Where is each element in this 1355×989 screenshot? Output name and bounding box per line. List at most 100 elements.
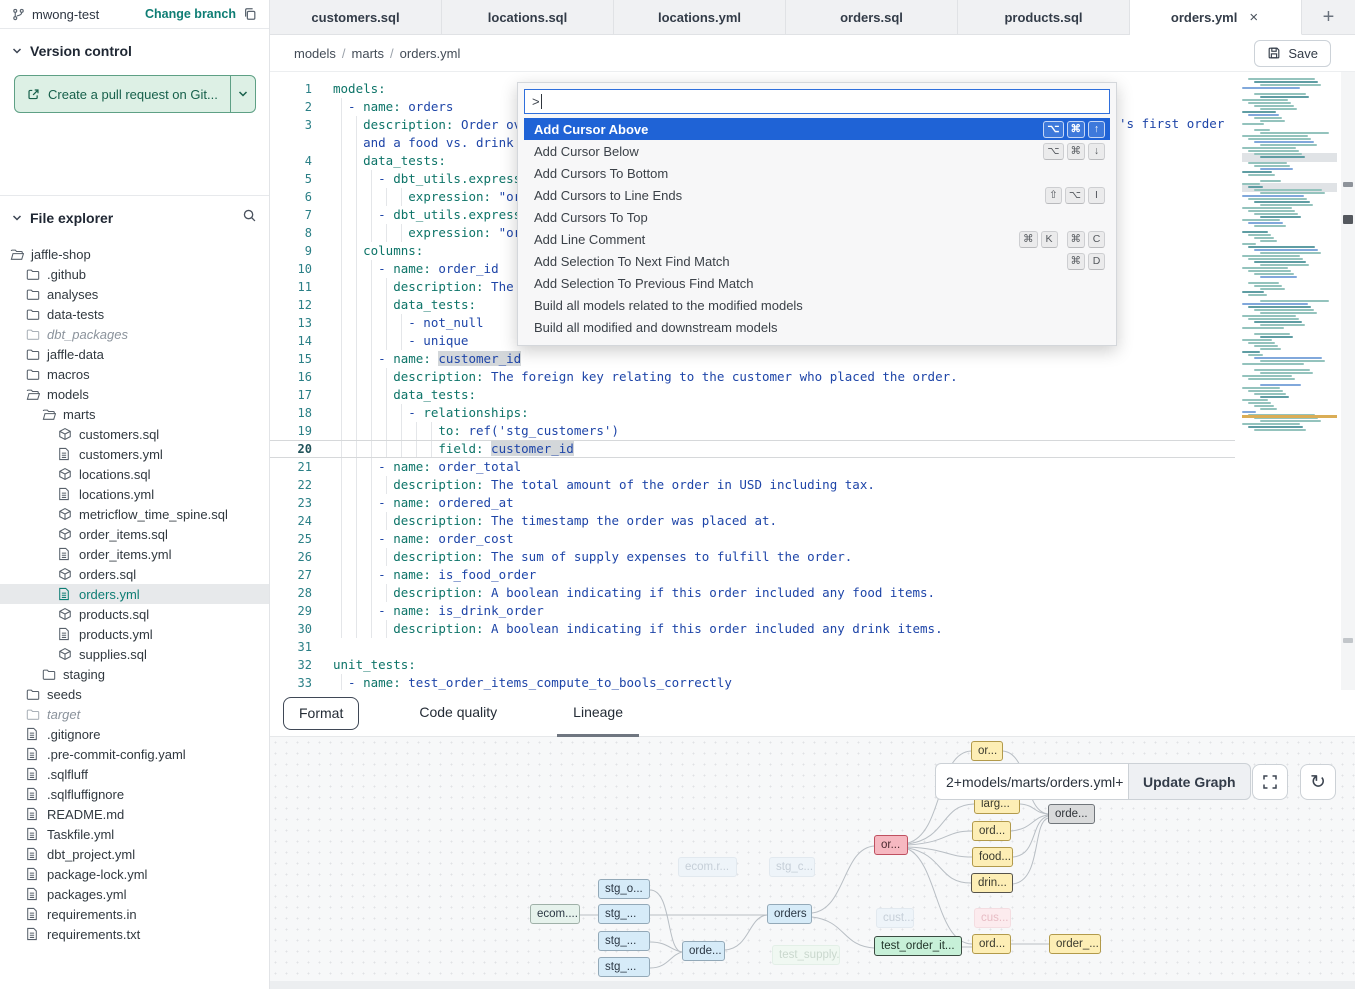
lineage-node-order[interactable]: order_... (1049, 934, 1101, 954)
save-button[interactable]: Save (1254, 40, 1331, 67)
tree-item-label: Taskfile.yml (47, 827, 114, 842)
create-pr-button[interactable]: Create a pull request on Git... (14, 75, 256, 113)
panel-tab-lineage[interactable]: Lineage (557, 690, 639, 737)
lineage-node-stg[interactable]: stg_... (598, 931, 650, 951)
file-orders-yml[interactable]: orders.yml (0, 584, 269, 604)
minimap-line (1260, 96, 1309, 98)
folder-data-tests[interactable]: data-tests (0, 304, 269, 324)
lineage-node-cus[interactable]: cus... (974, 908, 1011, 928)
palette-item-build-all-modified-and-downstream-models[interactable]: Build all modified and downstream models (524, 316, 1110, 338)
palette-item-build-all-models-related-to-the-modified-models[interactable]: Build all models related to the modified… (524, 294, 1110, 316)
palette-item-add-cursor-below[interactable]: Add Cursor Below⌥⌘↓ (524, 140, 1110, 162)
minimap-line (1248, 210, 1295, 212)
lineage-node-or[interactable]: or... (874, 835, 908, 855)
file-locations-yml[interactable]: locations.yml (0, 484, 269, 504)
file-requirements-in[interactable]: requirements.in (0, 904, 269, 924)
palette-item-add-cursors-to-bottom[interactable]: Add Cursors To Bottom (524, 162, 1110, 184)
folder-analyses[interactable]: analyses (0, 284, 269, 304)
change-branch-link[interactable]: Change branch (145, 7, 236, 21)
new-tab-button[interactable]: + (1302, 0, 1355, 34)
lineage-hscrollbar[interactable] (270, 981, 1355, 989)
file-customers-yml[interactable]: customers.yml (0, 444, 269, 464)
file-sqlfluffignore[interactable]: .sqlfluffignore (0, 784, 269, 804)
folder-macros[interactable]: macros (0, 364, 269, 384)
lineage-node-or[interactable]: or... (971, 741, 1003, 761)
lineage-node-ecom-r[interactable]: ecom.r... (678, 857, 737, 877)
folder-marts[interactable]: marts (0, 404, 269, 424)
palette-item-add-selection-to-next-find-match[interactable]: Add Selection To Next Find Match⌘D (524, 250, 1110, 272)
file-order-items-yml[interactable]: order_items.yml (0, 544, 269, 564)
lineage-canvas[interactable]: ecom....stg_o...stg_...stg_...stg_...ord… (270, 737, 1355, 989)
version-control-header[interactable]: Version control (0, 29, 269, 69)
folder-seeds[interactable]: seeds (0, 684, 269, 704)
copy-icon[interactable] (243, 7, 257, 21)
lineage-node-test-supply[interactable]: test_supply... (772, 945, 840, 965)
file-pre-commit-config-yaml[interactable]: .pre-commit-config.yaml (0, 744, 269, 764)
folder-jaffle-data[interactable]: jaffle-data (0, 344, 269, 364)
tab-locations-sql[interactable]: locations.sql (442, 0, 614, 34)
indent-guide (371, 548, 372, 566)
close-tab-icon[interactable]: × (1247, 9, 1260, 26)
lineage-node-stg-o[interactable]: stg_o... (598, 879, 650, 899)
lineage-node-orde[interactable]: orde... (682, 941, 725, 961)
file-sqlfluff[interactable]: .sqlfluff (0, 764, 269, 784)
refresh-button[interactable]: ↻ (1300, 764, 1336, 800)
file-taskfile-yml[interactable]: Taskfile.yml (0, 824, 269, 844)
lineage-node-cust[interactable]: cust... (876, 908, 914, 928)
file-dbt-project-yml[interactable]: dbt_project.yml (0, 844, 269, 864)
tab-customers-sql[interactable]: customers.sql (270, 0, 442, 34)
minimap[interactable] (1242, 75, 1337, 515)
format-button[interactable]: Format (283, 697, 359, 730)
lineage-node-orders[interactable]: orders (767, 904, 812, 924)
palette-item-add-line-comment[interactable]: Add Line Comment⌘K⌘C (524, 228, 1110, 250)
folder-dbt-packages[interactable]: dbt_packages (0, 324, 269, 344)
lineage-node-test-order-it[interactable]: test_order_it... (874, 936, 962, 956)
file-gitignore[interactable]: .gitignore (0, 724, 269, 744)
folder-staging[interactable]: staging (0, 664, 269, 684)
folder-github[interactable]: .github (0, 264, 269, 284)
palette-item-add-cursor-above[interactable]: Add Cursor Above⌥⌘↑ (524, 118, 1110, 140)
file-orders-sql[interactable]: orders.sql (0, 564, 269, 584)
lineage-node-stg[interactable]: stg_... (598, 904, 650, 924)
tab-orders-sql[interactable]: orders.sql (786, 0, 958, 34)
lineage-node-ord[interactable]: ord... (972, 821, 1011, 841)
file-metricflow-time-spine-sql[interactable]: metricflow_time_spine.sql (0, 504, 269, 524)
file-order-items-sql[interactable]: order_items.sql (0, 524, 269, 544)
file-package-lock-yml[interactable]: package-lock.yml (0, 864, 269, 884)
folder-models[interactable]: models (0, 384, 269, 404)
file-products-yml[interactable]: products.yml (0, 624, 269, 644)
editor-scrollbar[interactable] (1341, 72, 1355, 690)
lineage-filter-input[interactable]: 2+models/marts/orders.yml+ (935, 763, 1128, 800)
file-readme-md[interactable]: README.md (0, 804, 269, 824)
file-packages-yml[interactable]: packages.yml (0, 884, 269, 904)
tab-orders-yml[interactable]: orders.yml× (1130, 0, 1302, 35)
lineage-node-orde[interactable]: orde... (1048, 804, 1095, 824)
tab-products-sql[interactable]: products.sql (958, 0, 1130, 34)
file-locations-sql[interactable]: locations.sql (0, 464, 269, 484)
lineage-node-drin[interactable]: drin... (971, 873, 1013, 893)
panel-tab-code-quality[interactable]: Code quality (403, 690, 513, 737)
lineage-node-ecom[interactable]: ecom.... (530, 904, 580, 924)
command-palette-input[interactable]: > (524, 89, 1110, 114)
file-products-sql[interactable]: products.sql (0, 604, 269, 624)
file-customers-sql[interactable]: customers.sql (0, 424, 269, 444)
minimap-line (1260, 264, 1309, 266)
palette-item-add-cursors-to-top[interactable]: Add Cursors To Top (524, 206, 1110, 228)
code-editor[interactable]: 1models:2 - name: orders3 description: O… (270, 72, 1355, 690)
file-explorer-header[interactable]: File explorer (0, 196, 269, 238)
lineage-node-stg-c[interactable]: stg_c... (769, 857, 815, 877)
lineage-node-food[interactable]: food... (972, 847, 1013, 867)
folder-target[interactable]: target (0, 704, 269, 724)
update-graph-button[interactable]: Update Graph (1128, 763, 1251, 800)
lineage-node-ord[interactable]: ord... (972, 934, 1011, 954)
lineage-node-stg[interactable]: stg_... (598, 957, 650, 977)
file-requirements-txt[interactable]: requirements.txt (0, 924, 269, 944)
search-icon[interactable] (242, 208, 257, 228)
palette-item-add-cursors-to-line-ends[interactable]: Add Cursors to Line Ends⇧⌥I (524, 184, 1110, 206)
tab-locations-yml[interactable]: locations.yml (614, 0, 786, 34)
file-supplies-sql[interactable]: supplies.sql (0, 644, 269, 664)
fullscreen-button[interactable] (1252, 764, 1288, 800)
folder-jaffle-shop[interactable]: jaffle-shop (0, 244, 269, 264)
pr-dropdown-caret[interactable] (231, 76, 255, 112)
palette-item-add-selection-to-previous-find-match[interactable]: Add Selection To Previous Find Match (524, 272, 1110, 294)
